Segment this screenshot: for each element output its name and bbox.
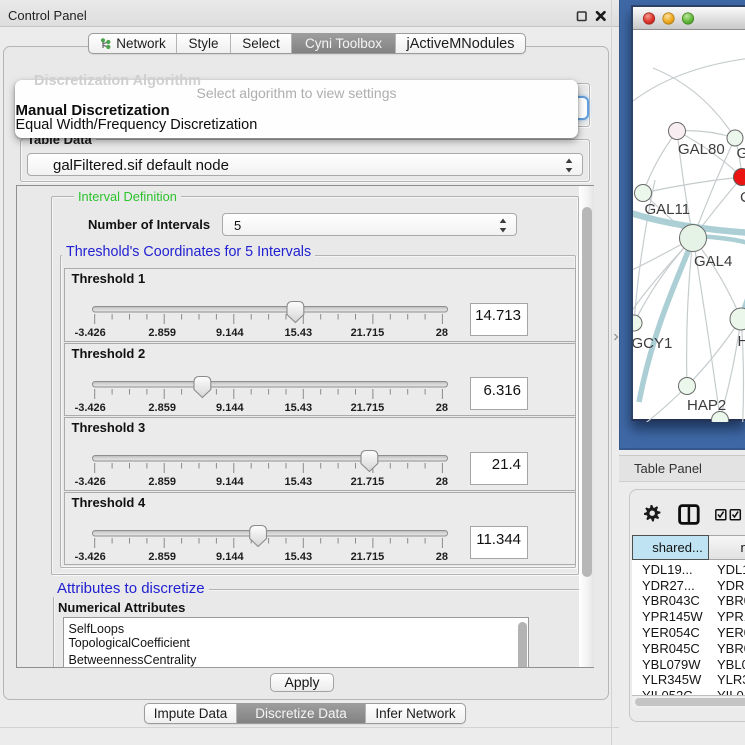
- svg-text:28: 28: [435, 476, 447, 488]
- svg-text:9.144: 9.144: [216, 551, 244, 563]
- svg-text:15.43: 15.43: [284, 476, 312, 488]
- svg-text:-3.426: -3.426: [74, 327, 105, 339]
- svg-text:GCY1: GCY1: [633, 335, 672, 352]
- svg-text:-3.426: -3.426: [74, 551, 105, 563]
- svg-text:28: 28: [435, 327, 447, 339]
- svg-text:-3.426: -3.426: [74, 476, 105, 488]
- svg-text:-3.426: -3.426: [74, 402, 105, 414]
- svg-text:15.43: 15.43: [284, 551, 312, 563]
- svg-text:21.715: 21.715: [350, 402, 384, 414]
- svg-text:HIS4: HIS4: [738, 333, 745, 350]
- svg-text:21.715: 21.715: [350, 476, 384, 488]
- svg-text:2.859: 2.859: [148, 402, 176, 414]
- svg-text:28: 28: [435, 551, 447, 563]
- svg-text:15.43: 15.43: [284, 327, 312, 339]
- svg-text:15.43: 15.43: [284, 402, 312, 414]
- svg-text:9.144: 9.144: [216, 402, 244, 414]
- svg-text:HAP2: HAP2: [687, 397, 726, 414]
- svg-text:GAL11: GAL11: [645, 201, 691, 218]
- svg-text:9.144: 9.144: [216, 476, 244, 488]
- svg-text:2.859: 2.859: [148, 327, 176, 339]
- svg-text:GAL4: GAL4: [694, 253, 732, 270]
- svg-text:9.144: 9.144: [216, 327, 244, 339]
- svg-text:2.859: 2.859: [148, 551, 176, 563]
- svg-text:21.715: 21.715: [350, 327, 384, 339]
- svg-text:GAL7: GAL7: [737, 145, 745, 162]
- svg-text:GAL80: GAL80: [678, 141, 725, 158]
- svg-text:CDC: CDC: [740, 189, 745, 206]
- svg-text:21.715: 21.715: [350, 551, 384, 563]
- svg-text:2.859: 2.859: [148, 476, 176, 488]
- svg-text:28: 28: [435, 402, 447, 414]
